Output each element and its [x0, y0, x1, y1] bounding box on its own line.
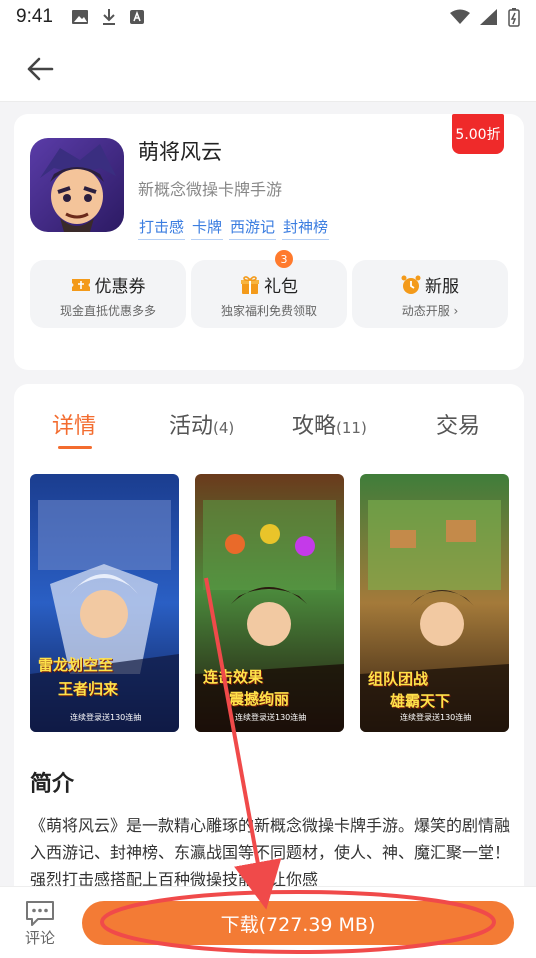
screenshot-3[interactable]: 组队团战 雄霸天下 连续登录送130连抽: [360, 474, 509, 732]
app-name: 萌将风云: [138, 140, 222, 164]
download-status-icon: [102, 9, 115, 25]
screenshot-footer: 连续登录送130连抽: [400, 713, 472, 722]
bottom-action-bar: 评论 下载(727.39 MB): [0, 886, 536, 958]
tab-guides[interactable]: 攻略(11): [292, 408, 367, 440]
screenshot-caption: 震撼绚丽: [229, 690, 290, 708]
tab-count: (11): [336, 419, 367, 437]
perk-subtitle: 独家福利免费领取: [220, 304, 317, 318]
tab-details[interactable]: 详情: [52, 408, 96, 440]
comment-label: 评论: [24, 929, 55, 947]
status-time: 9:41: [16, 6, 53, 27]
wifi-icon: [450, 9, 470, 24]
tab-active-indicator: [58, 446, 92, 449]
screenshot-caption: 雄霸天下: [390, 692, 451, 710]
comment-icon: [26, 901, 54, 926]
font-status-icon: [129, 10, 144, 24]
perk-subtitle: 现金直抵优惠多多: [59, 304, 156, 318]
screenshot-1[interactable]: 雷龙划空至 王者归来 连续登录送130连抽: [30, 474, 179, 732]
back-button[interactable]: [22, 52, 58, 86]
screenshot-caption: 王者归来: [58, 680, 119, 698]
tag-item[interactable]: 卡牌: [191, 216, 224, 240]
coupon-icon: [71, 278, 90, 291]
tab-bar: 详情 活动(4) 攻略(11) 交易: [14, 408, 524, 449]
tab-activities[interactable]: 活动(4): [169, 408, 234, 440]
arrow-left-icon: [27, 57, 54, 81]
perk-title: 优惠券: [94, 277, 146, 297]
screenshot-caption: 连击效果: [203, 668, 264, 686]
signal-icon: [480, 9, 497, 25]
app-description: 新概念微操卡牌手游: [138, 180, 283, 199]
tag-list: 打击感 卡牌 西游记 封神榜: [138, 216, 330, 240]
screenshot-footer: 连续登录送130连抽: [235, 713, 307, 722]
battery-icon: [508, 8, 520, 27]
comment-button[interactable]: 评论: [18, 897, 62, 949]
tab-label: 详情: [52, 414, 97, 439]
perk-title: 礼包: [264, 277, 298, 297]
gift-icon: [241, 275, 259, 294]
screenshot-caption: 组队团战: [368, 670, 429, 688]
perk-gift[interactable]: 3 礼包 独家福利免费领取: [191, 250, 347, 328]
perk-title: 新服: [425, 277, 459, 297]
tab-trade[interactable]: 交易: [436, 408, 480, 440]
tab-label: 交易: [436, 414, 481, 439]
perk-subtitle: 动态开服 ›: [401, 304, 459, 318]
tag-item[interactable]: 打击感: [138, 216, 186, 240]
perk-new-server[interactable]: 新服 动态开服 ›: [352, 260, 508, 328]
screenshot-2[interactable]: 连击效果 震撼绚丽 连续登录送130连抽: [195, 474, 344, 732]
perk-coupon[interactable]: 优惠券 现金直抵优惠多多: [30, 260, 186, 328]
alarm-clock-icon: [401, 275, 421, 294]
screenshot-footer: 连续登录送130连抽: [70, 713, 142, 722]
gift-count-badge: 3: [275, 250, 293, 268]
intro-title: 简介: [30, 772, 75, 797]
app-info-card: 萌将风云 新概念微操卡牌手游 打击感 卡牌 西游记 封神榜 5.00折 优惠券 …: [14, 114, 524, 370]
tag-item[interactable]: 西游记: [229, 216, 277, 240]
gallery-icon: [71, 10, 88, 24]
tab-count: (4): [213, 419, 235, 437]
download-button[interactable]: 下载(727.39 MB): [82, 901, 514, 945]
detail-card: 详情 活动(4) 攻略(11) 交易 雷龙划空至 王者归来 连续登录送130连抽: [14, 384, 524, 958]
intro-text: 《萌将风云》是一款精心雕琢的新概念微操卡牌手游。爆笑的剧情融入西游记、封神榜、东…: [30, 816, 511, 889]
nav-bar: [0, 34, 536, 102]
status-bar: 9:41: [0, 0, 536, 34]
tab-label: 活动: [169, 414, 214, 439]
discount-badge: 5.00折: [452, 114, 504, 154]
app-icon: [30, 138, 124, 232]
screenshot-caption: 雷龙划空至: [38, 656, 114, 674]
tab-label: 攻略: [292, 414, 337, 439]
tag-item[interactable]: 封神榜: [282, 216, 330, 240]
